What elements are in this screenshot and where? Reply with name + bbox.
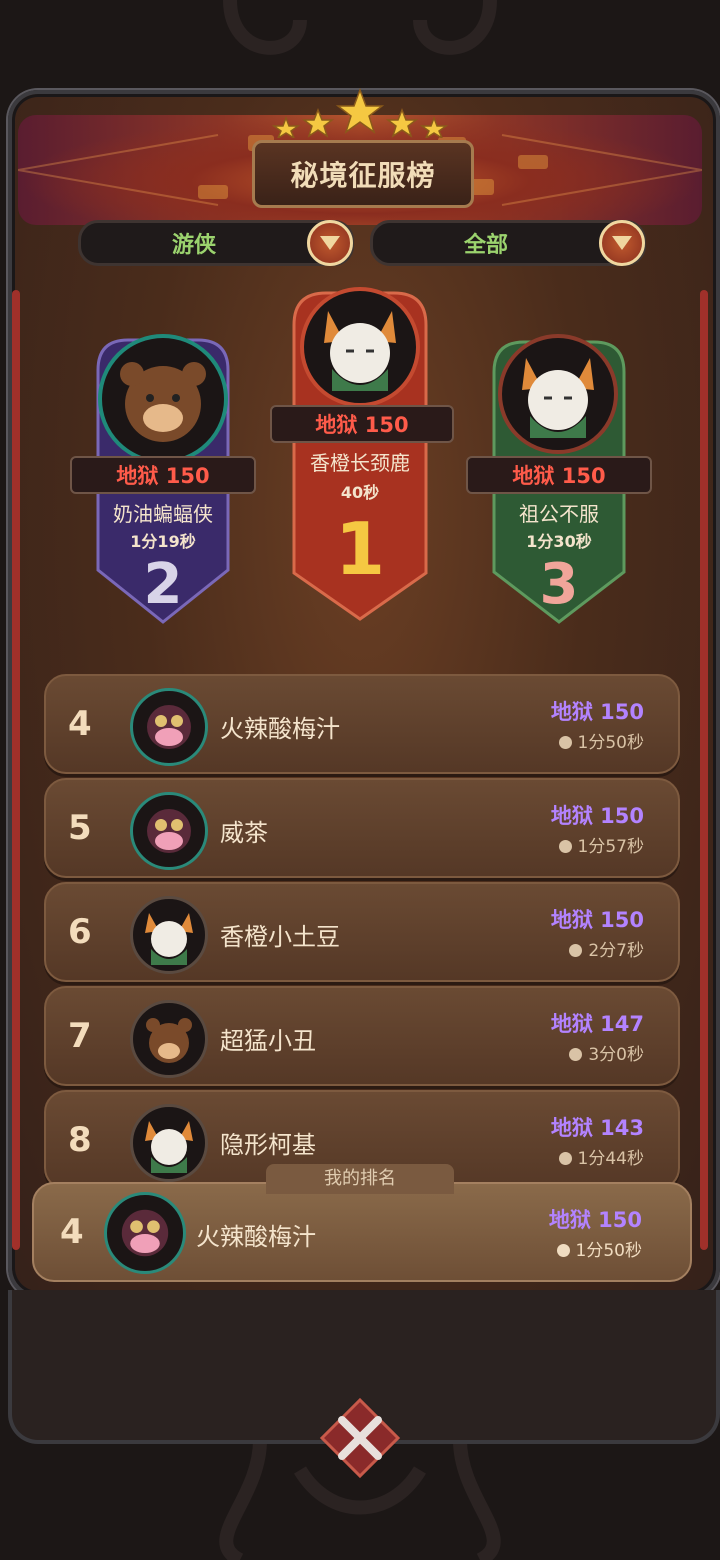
- page-title: 秘境征服榜: [252, 140, 474, 208]
- fox-avatar-icon: [300, 287, 420, 407]
- leaderboard-row[interactable]: 7 超猛小丑 地狱 147 3分0秒: [44, 986, 680, 1086]
- leaderboard-row[interactable]: 5 威茶 地狱 150 1分57秒: [44, 778, 680, 878]
- row-time: 3分0秒: [569, 1040, 644, 1065]
- row-rank: 7: [68, 1016, 92, 1056]
- leaderboard-row[interactable]: 6 香橙小土豆 地狱 150 2分7秒: [44, 882, 680, 982]
- row-player-name: 香橙小土豆: [220, 923, 340, 951]
- row-difficulty: 地狱 150: [550, 908, 644, 932]
- leaderboard-row[interactable]: 4 火辣酸梅汁 地狱 150 1分50秒: [44, 674, 680, 774]
- row-time: 1分50秒: [558, 728, 644, 753]
- scope-filter-dropdown[interactable]: 全部: [370, 220, 646, 266]
- podium-rank-number: 2: [143, 552, 183, 617]
- row-difficulty: 地狱 150: [548, 1208, 642, 1232]
- podium-difficulty: 地狱 150: [70, 456, 256, 494]
- bear-avatar-icon: [130, 1000, 208, 1078]
- row-rank: 8: [68, 1120, 92, 1160]
- row-player-name: 超猛小丑: [220, 1027, 316, 1055]
- row-time-value: 3分0秒: [588, 1045, 644, 1065]
- class-filter-dropdown[interactable]: 游侠: [78, 220, 354, 266]
- row-rank: 4: [60, 1212, 84, 1252]
- podium-player-name: 香橙长颈鹿: [310, 451, 410, 475]
- row-rank: 5: [68, 808, 92, 848]
- row-rank: 4: [68, 704, 92, 744]
- class-filter-label: 游侠: [171, 233, 216, 258]
- clock-icon: [556, 1244, 570, 1257]
- podium-rank-number: 3: [539, 552, 579, 617]
- stars-icon: [271, 88, 449, 138]
- row-player-name: 隐形柯基: [220, 1131, 316, 1159]
- podium-difficulty: 地狱 150: [466, 456, 652, 494]
- podium-rank-2[interactable]: 地狱 150 奶油蝙蝠侠 1分19秒 2: [70, 330, 256, 630]
- row-time-value: 1分50秒: [577, 733, 644, 753]
- row-rank: 6: [68, 912, 92, 952]
- fox-avatar-icon: [130, 896, 208, 974]
- close-icon: [319, 1397, 401, 1479]
- podium-rank-number: 1: [334, 507, 386, 591]
- podium-player-name: 祖公不服: [519, 502, 599, 526]
- chevron-down-icon[interactable]: [599, 220, 645, 266]
- row-time-value: 1分50秒: [575, 1241, 642, 1261]
- row-difficulty: 地狱 150: [550, 804, 644, 828]
- scope-filter-label: 全部: [463, 233, 508, 258]
- podium-difficulty: 地狱 150: [270, 405, 454, 443]
- podium-time: 1分30秒: [526, 532, 592, 551]
- podium-time: 40秒: [340, 483, 380, 502]
- podium-rank-1[interactable]: 地狱 150 香橙长颈鹿 40秒 1: [270, 285, 454, 625]
- fox-avatar-icon: [498, 334, 618, 454]
- row-time: 2分7秒: [569, 936, 644, 961]
- frame-left-rail: [12, 290, 20, 1250]
- row-player-name: 威茶: [220, 819, 268, 847]
- podium-player-name: 奶油蝙蝠侠: [113, 502, 213, 526]
- cow-avatar-icon: [104, 1192, 186, 1274]
- clock-icon: [569, 1048, 583, 1061]
- podium-time: 1分19秒: [130, 532, 196, 551]
- row-time-value: 1分44秒: [577, 1149, 644, 1169]
- cow-avatar-icon: [130, 688, 208, 766]
- my-rank-row[interactable]: 4 火辣酸梅汁 地狱 150 1分50秒: [32, 1182, 692, 1282]
- frame-right-rail: [700, 290, 708, 1250]
- bear-avatar-icon: [98, 334, 228, 464]
- my-rank-tab: 我的排名: [266, 1164, 454, 1194]
- row-difficulty: 地狱 143: [550, 1116, 644, 1140]
- row-difficulty: 地狱 147: [550, 1012, 644, 1036]
- cow-avatar-icon: [130, 792, 208, 870]
- clock-icon: [558, 736, 572, 749]
- row-time-value: 1分57秒: [577, 837, 644, 857]
- row-player-name: 火辣酸梅汁: [220, 715, 340, 743]
- close-button[interactable]: [318, 1396, 402, 1480]
- row-time: 1分44秒: [558, 1144, 644, 1169]
- row-time-value: 2分7秒: [588, 941, 644, 961]
- chevron-down-icon[interactable]: [307, 220, 353, 266]
- row-player-name: 火辣酸梅汁: [196, 1223, 316, 1251]
- row-time: 1分50秒: [556, 1236, 642, 1261]
- podium-rank-3[interactable]: 地狱 150 祖公不服 1分30秒 3: [466, 332, 652, 632]
- clock-icon: [558, 840, 572, 853]
- row-difficulty: 地狱 150: [550, 700, 644, 724]
- clock-icon: [569, 944, 583, 957]
- row-time: 1分57秒: [558, 832, 644, 857]
- fox-avatar-icon: [130, 1104, 208, 1182]
- clock-icon: [558, 1152, 572, 1165]
